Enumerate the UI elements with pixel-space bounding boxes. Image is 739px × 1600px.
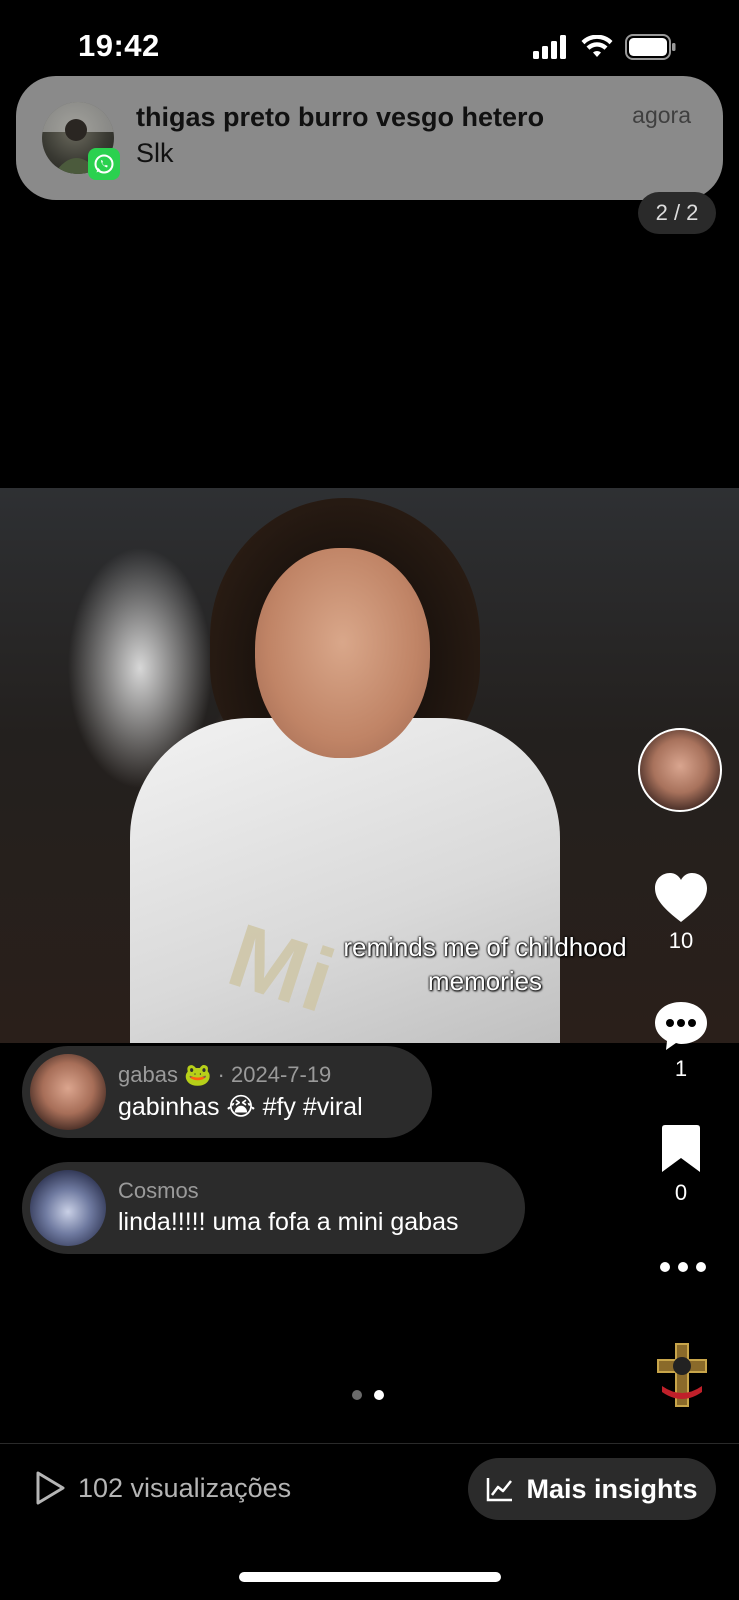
comment-icon xyxy=(655,1002,707,1050)
comment-author: gabas 🐸 · 2024-7-19 xyxy=(118,1062,332,1087)
caption-overlay: reminds me of childhood memories xyxy=(343,932,627,996)
carousel-dot-active[interactable] xyxy=(374,1390,384,1400)
avatar[interactable] xyxy=(30,1054,106,1130)
whatsapp-icon xyxy=(88,148,120,180)
save-count: 0 xyxy=(674,1180,688,1205)
notification-banner[interactable]: thigas preto burro vesgo hetero Slk agor… xyxy=(16,76,723,200)
chart-line-icon xyxy=(487,1478,513,1502)
cellular-signal-icon xyxy=(533,35,566,59)
notification-title: thigas preto burro vesgo hetero xyxy=(136,102,545,132)
comment-author: Cosmos xyxy=(118,1178,199,1203)
status-icons xyxy=(533,34,677,60)
comment-count: 1 xyxy=(674,1056,688,1081)
like-button[interactable]: 10 xyxy=(636,872,726,954)
comment-button[interactable]: 1 xyxy=(636,1000,726,1082)
caption-bubble[interactable]: gabas 🐸 · 2024-7-19 gabinhas 😭 #fy #vira… xyxy=(22,1046,432,1138)
more-insights-label: Mais insights xyxy=(526,1473,698,1504)
more-insights-button[interactable]: Mais insights xyxy=(468,1458,716,1520)
comment-text: gabinhas 😭 #fy #viral xyxy=(118,1093,363,1121)
home-indicator[interactable] xyxy=(239,1572,501,1582)
avatar[interactable] xyxy=(30,1170,106,1246)
page-counter: 2 / 2 xyxy=(638,192,716,234)
heart-icon xyxy=(655,873,707,922)
play-icon xyxy=(36,1471,65,1505)
comment-bubble[interactable]: Cosmos linda!!!!! uma fofa a mini gabas xyxy=(22,1162,525,1254)
carousel-dots xyxy=(352,1390,384,1400)
wifi-icon xyxy=(581,35,613,57)
music-disc-icon[interactable] xyxy=(656,1342,708,1408)
comment-text: linda!!!!! uma fofa a mini gabas xyxy=(118,1208,459,1236)
notification-time: agora xyxy=(632,102,691,128)
views-count: 102 visualizações xyxy=(78,1472,292,1503)
photo-face-shape xyxy=(255,548,430,758)
bookmark-icon xyxy=(662,1125,700,1172)
carousel-dot[interactable] xyxy=(352,1390,362,1400)
more-options-icon[interactable] xyxy=(660,1262,706,1272)
views-indicator: 102 visualizações xyxy=(34,1470,291,1506)
status-time: 19:42 xyxy=(78,28,160,63)
creator-avatar[interactable] xyxy=(638,728,722,812)
footer-divider xyxy=(0,1443,739,1444)
notification-body: Slk xyxy=(136,138,174,168)
save-button[interactable]: 0 xyxy=(636,1124,726,1206)
battery-icon xyxy=(625,34,676,60)
like-count: 10 xyxy=(668,928,694,953)
